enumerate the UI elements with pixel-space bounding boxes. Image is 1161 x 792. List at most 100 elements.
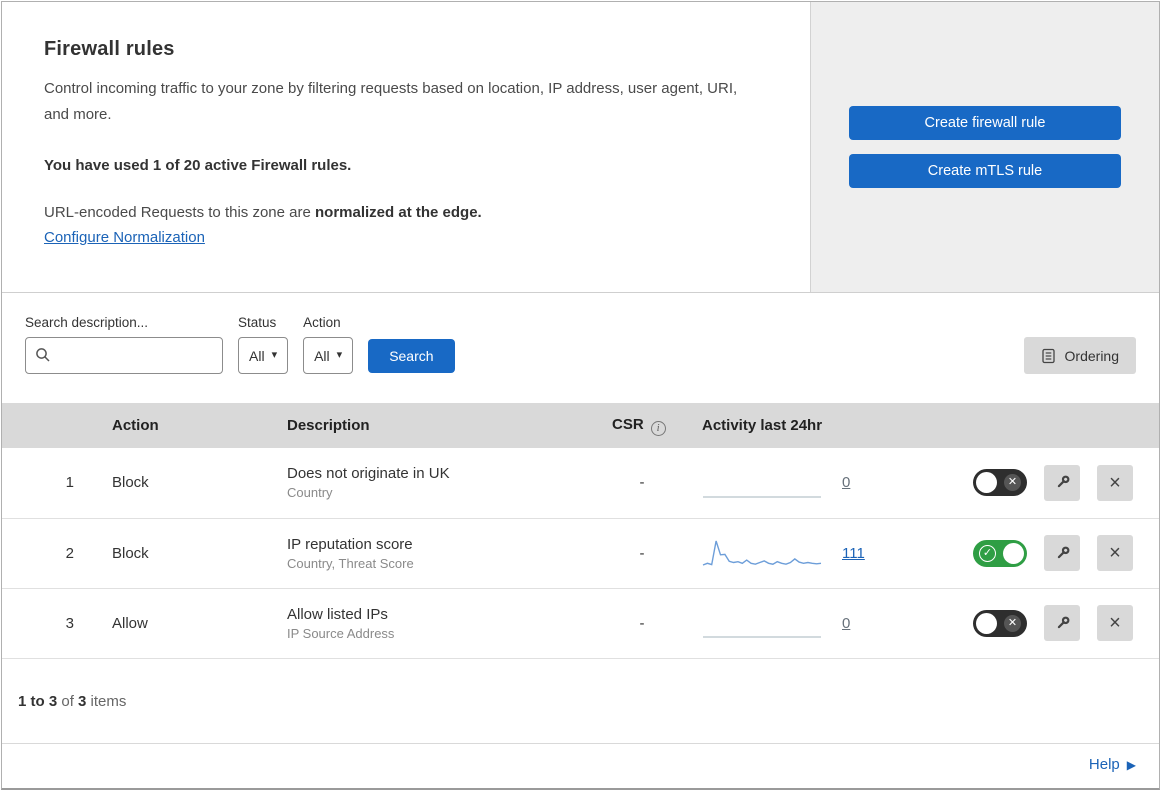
action-label: Action [303,315,341,330]
summary-items: items [86,692,127,710]
rule-description-cell: IP reputation score Country, Threat Scor… [257,518,582,588]
search-box [25,337,223,374]
status-label: Status [238,315,277,330]
edit-rule-button[interactable] [1044,535,1080,571]
close-icon: × [1109,542,1121,564]
chevron-down-icon: ▾ [336,349,343,361]
delete-rule-button[interactable]: × [1097,535,1133,571]
create-firewall-rule-button[interactable]: Create firewall rule [849,106,1121,140]
ordering-button-label: Ordering [1064,347,1119,364]
rule-criteria: Country, Threat Score [287,555,414,571]
priority-column-header [2,403,82,448]
table-row: 3 Allow Allow listed IPs IP Source Addre… [2,588,1159,658]
summary-range: 1 to 3 [18,692,58,710]
usage-note: You have used 1 of 20 active Firewall ru… [44,157,352,174]
toggle-knob [976,612,997,634]
rule-description: IP reputation score [287,535,413,553]
chevron-down-icon: ▾ [271,349,278,361]
status-filter-group: Status All ▾ [238,315,289,374]
arrow-right-icon: ▶ [1126,757,1136,772]
create-mtls-rule-button[interactable]: Create mTLS rule [849,154,1121,188]
search-button[interactable]: Search [368,339,455,373]
rule-csr-value: - [639,544,645,562]
activity-count-link[interactable]: 111 [842,545,868,562]
help-link[interactable]: Help ▶ [1089,756,1136,773]
close-icon: × [1109,471,1121,494]
search-label: Search description... [25,315,149,330]
help-label: Help [1088,756,1120,773]
ordering-wrap: Ordering [1023,337,1136,374]
toggle-knob [1003,542,1024,564]
rule-priority: 3 [65,614,74,632]
wrench-icon [1057,616,1069,628]
close-icon: × [1109,612,1121,634]
rule-description: Allow listed IPs [287,605,388,623]
rule-priority: 1 [65,474,74,492]
rule-controls-cell: ✓ ✕ × [922,518,1159,588]
rule-description: Does not originate in UK [287,465,450,483]
action-column-header: Action [112,417,159,434]
summary-of: of [57,692,79,710]
overview-section: Firewall rules Control incoming traffic … [2,2,1159,293]
rule-criteria: Country [287,485,333,501]
status-filter-select[interactable]: All ▾ [238,337,289,374]
controls-column-header [922,403,1159,448]
rule-description-cell: Does not originate in UK Country [257,448,582,518]
table-row: 1 Block Does not originate in UK Country… [2,448,1159,518]
table-row: 2 Block IP reputation score Country, Thr… [2,518,1159,588]
actions-panel: Create firewall rule Create mTLS rule [810,2,1159,292]
action-filter-group: Action All ▾ [303,315,354,374]
delete-rule-button[interactable]: × [1097,464,1133,501]
rule-enabled-toggle[interactable]: ✓ ✕ [973,469,1027,497]
search-filter-group: Search description... [25,315,223,374]
description-column-header: Description [287,417,370,434]
ordering-button[interactable]: Ordering [1023,337,1136,374]
rule-activity-cell: 0 [672,448,922,518]
rule-enabled-toggle[interactable]: ✓ ✕ [973,609,1027,637]
rule-controls-cell: ✓ ✕ × [922,448,1159,518]
normalization-prefix: URL-encoded Requests to this zone are [44,204,315,221]
wrench-icon [1057,546,1069,558]
info-icon[interactable]: i [650,420,666,436]
rule-activity-cell: 0 [672,588,922,658]
activity-count-link[interactable]: 0 [842,615,868,632]
rule-action: Allow [112,614,148,632]
list-ordering-icon [1041,348,1055,363]
action-filter-select[interactable]: All ▾ [303,337,354,374]
x-icon: ✕ [1004,614,1021,632]
activity-sparkline [702,540,822,566]
page-title: Firewall rules [44,38,175,60]
configure-normalization-link[interactable]: Configure Normalization [44,229,205,246]
firewall-rules-page: Firewall rules Control incoming traffic … [1,1,1160,790]
rule-csr-value: - [639,474,645,492]
search-icon [36,348,50,362]
search-input[interactable] [25,337,223,374]
table-header-row: Action Description CSR i Activity last 24… [2,403,1159,448]
filter-bar: Search description... Status All ▾ Actio… [2,293,1159,403]
activity-sparkline [703,636,821,638]
x-icon: ✕ [1004,474,1021,492]
rule-criteria: IP Source Address [287,625,395,641]
rule-action: Block [112,544,149,562]
activity-column-header: Activity last 24hr [702,417,823,434]
csr-column-header: CSR i [582,403,672,448]
rule-csr-value: - [639,614,645,632]
action-filter-value: All [314,347,330,364]
edit-rule-button[interactable] [1044,605,1080,641]
rule-controls-cell: ✓ ✕ × [922,588,1159,658]
activity-count-link[interactable]: 0 [842,474,868,491]
rule-description-cell: Allow listed IPs IP Source Address [257,588,582,658]
csr-header-label: CSR [612,415,644,433]
overview-panel: Firewall rules Control incoming traffic … [2,2,810,292]
status-filter-value: All [249,347,265,364]
edit-rule-button[interactable] [1044,464,1080,501]
rule-activity-cell: 111 [672,518,922,588]
rule-action: Block [112,474,149,492]
help-bar: Help ▶ [2,743,1159,788]
delete-rule-button[interactable]: × [1097,605,1133,641]
normalization-bold: normalized at the edge. [315,204,482,221]
toggle-knob [976,472,997,494]
check-icon: ✓ [979,544,996,562]
rule-enabled-toggle[interactable]: ✓ ✕ [973,539,1027,567]
wrench-icon [1057,475,1069,488]
